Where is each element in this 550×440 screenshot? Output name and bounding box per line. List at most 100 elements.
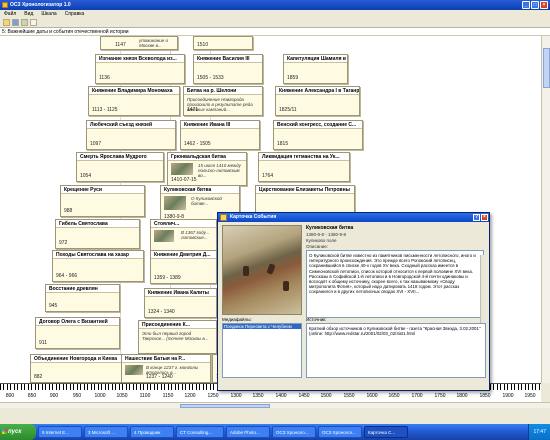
menu-view[interactable]: Вид (24, 10, 33, 18)
event-card[interactable]: Царствование Елизаветы Петровны (255, 185, 355, 213)
scroll-thumb[interactable] (543, 48, 550, 88)
media-list[interactable]: Поединок Пересвета с Челубеем (222, 323, 302, 378)
event-thumbnail (125, 365, 143, 375)
settings-icon[interactable] (30, 19, 37, 26)
description-textarea[interactable]: О Куликовской битве известно из памятник… (306, 250, 484, 318)
event-title: Капитуляция Шамиля в Гунибе (284, 55, 347, 63)
event-card[interactable]: Присоединение К... Это был первый город … (138, 320, 217, 354)
event-card[interactable]: Восстание древлян 945 (45, 284, 120, 312)
event-name-value: Куликовская битва (306, 225, 354, 231)
scroll-thumb[interactable] (180, 404, 270, 408)
event-card[interactable]: Договор Олега с Византией 911 (35, 317, 120, 349)
event-title: Любечский съезд князей (87, 121, 175, 129)
timeline-label: 900 (49, 393, 59, 399)
event-title: Княжение Ивана III (181, 121, 259, 129)
refresh-icon[interactable] (21, 19, 28, 26)
timeline-label: 1900 (502, 393, 514, 399)
event-title: Стоялич... (151, 220, 216, 228)
app-icon (2, 2, 8, 8)
event-card[interactable]: Изгнание князя Всеволода из... 1136 (95, 54, 185, 84)
taskbar-item[interactable]: ОСЗ Хроноло... (272, 426, 316, 438)
event-card[interactable]: Княжение Александра I в Таганр... 1825/1… (275, 86, 360, 116)
menu-file[interactable]: Файл (4, 10, 16, 18)
event-fields: Куликовская битва 1380-9-8 - 1380-9-8 Ку… (306, 225, 484, 318)
timeline-label: 1950 (524, 393, 536, 399)
media-list-item[interactable]: Поединок Пересвета с Челубеем (223, 324, 301, 329)
timeline-label: 1050 (116, 393, 128, 399)
toolbar (0, 18, 550, 28)
timeline-label: 950 (72, 393, 82, 399)
event-card[interactable]: Ликвидация гетманства на Ук... 1764 (258, 152, 350, 182)
dialog-icon (220, 214, 227, 221)
timeline-label: 1300 (230, 393, 242, 399)
event-card[interactable]: Смерть Ярослава Мудрого 1054 (76, 152, 164, 182)
help-button[interactable]: ? (473, 214, 480, 221)
event-title: Княжение Владимира Мономаха (89, 87, 179, 95)
event-title: Присоединение К... (139, 321, 216, 329)
taskbar-item[interactable]: 4 Проводник (130, 426, 174, 438)
system-clock: 17:47 (528, 424, 550, 440)
event-card[interactable]: Нашествие Батыя на Р... В конце 1237 г. … (121, 354, 211, 383)
taskbar-item[interactable]: ОСЗ Хронолог... (318, 426, 362, 438)
event-card[interactable]: 1510 (193, 36, 253, 50)
timeline-label: 1600 (366, 393, 378, 399)
event-title: Договор Олега с Византией (36, 318, 119, 326)
source-textarea[interactable]: Краткий обзор источников о Куликовской б… (306, 323, 486, 378)
event-card[interactable]: Битва на р. Шелони Присоединение Новгоро… (183, 86, 263, 116)
event-title: Восстание древлян (46, 285, 119, 293)
window-title: ОСЗ Хронологизатор 1.0 (10, 2, 71, 8)
timeline-label: 1550 (343, 393, 355, 399)
vertical-scrollbar[interactable] (541, 36, 550, 383)
event-card[interactable]: Грюнвальдская битва 15 июля 1410 между п… (167, 152, 247, 186)
event-title: Царствование Елизаветы Петровны (256, 186, 354, 194)
menu-scale[interactable]: Шкала (41, 10, 56, 18)
event-title: Нашествие Батыя на Р... (122, 355, 210, 363)
timeline-label: 1450 (298, 393, 310, 399)
event-card[interactable]: Капитуляция Шамиля в Гунибе 1859 (283, 54, 348, 84)
timeline-label: 1000 (94, 393, 106, 399)
timeline-label: 1250 (207, 393, 219, 399)
event-card[interactable]: Объединение Новгорода и Киева 882 (30, 354, 125, 383)
timeline-label: 800 (5, 393, 15, 399)
event-card[interactable]: Княжение Василия III 1505 - 1533 (193, 54, 263, 84)
timeline-label: 1500 (320, 393, 332, 399)
event-thumbnail (164, 196, 186, 210)
taskbar-item[interactable]: 9 Internet E... (38, 426, 82, 438)
timeline-label: 1150 (162, 393, 174, 399)
event-card[interactable]: Любечский съезд князей 1097 (86, 120, 176, 150)
event-card[interactable]: Княжение Ивана Калиты 1324 - 1340 (144, 288, 217, 318)
title-bar: ОСЗ Хронологизатор 1.0 _ □ × (0, 0, 550, 10)
event-card[interactable]: Княжение Дмитрия Д... 1359 - 1389 (150, 250, 217, 284)
description-scrollbar[interactable] (480, 255, 485, 323)
dialog-title-bar: Карточка События ? × (218, 213, 489, 222)
event-card[interactable]: Стоялич... В 1367 году... литовские... (150, 219, 217, 251)
taskbar-item[interactable]: Adobe Photo... (226, 426, 270, 438)
event-title: Княжение Александра I в Таганр... (276, 87, 359, 95)
event-card[interactable]: Гибель Святослава 972 (55, 219, 140, 249)
taskbar-item[interactable]: 3 Microsoft ... (84, 426, 128, 438)
event-card[interactable]: Венский конгресс, создание С... 1815 (273, 120, 363, 150)
event-title: Княжение Ивана Калиты (145, 289, 216, 297)
open-icon[interactable] (3, 19, 10, 26)
horizontal-scrollbar[interactable] (0, 402, 550, 408)
taskbar-item[interactable]: CT Consulting... (176, 426, 224, 438)
close-button[interactable]: × (540, 1, 548, 9)
event-card-dialog: Карточка События ? × Куликовская битва 1… (217, 212, 490, 391)
start-button[interactable]: пуск (0, 424, 36, 440)
path-bar: 5: Важнейшие даты и события отечественно… (0, 28, 550, 36)
event-card[interactable]: упоминание о Москве в... 1147 (100, 36, 178, 50)
event-card[interactable]: Княжение Владимира Мономаха 1113 - 1125 (88, 86, 180, 116)
maximize-button[interactable]: □ (531, 1, 539, 9)
window-controls: _ □ × (522, 1, 548, 9)
app-window: ОСЗ Хронологизатор 1.0 _ □ × Файл Вид Шк… (0, 0, 550, 440)
taskbar-item-active[interactable]: Карточка С... (364, 426, 408, 438)
minimize-button[interactable]: _ (522, 1, 530, 9)
event-card[interactable]: Княжение Ивана III 1462 - 1505 (180, 120, 260, 150)
event-card[interactable]: Походы Святослава на хазар 964 - 966 (52, 250, 144, 282)
dialog-close-button[interactable]: × (481, 214, 488, 221)
event-title: Битва на р. Шелони (184, 87, 262, 95)
save-icon[interactable] (12, 19, 19, 26)
event-card[interactable]: Крещение Руси 988 (60, 185, 145, 217)
timeline-label: 850 (27, 393, 37, 399)
menu-help[interactable]: Справка (65, 10, 85, 18)
